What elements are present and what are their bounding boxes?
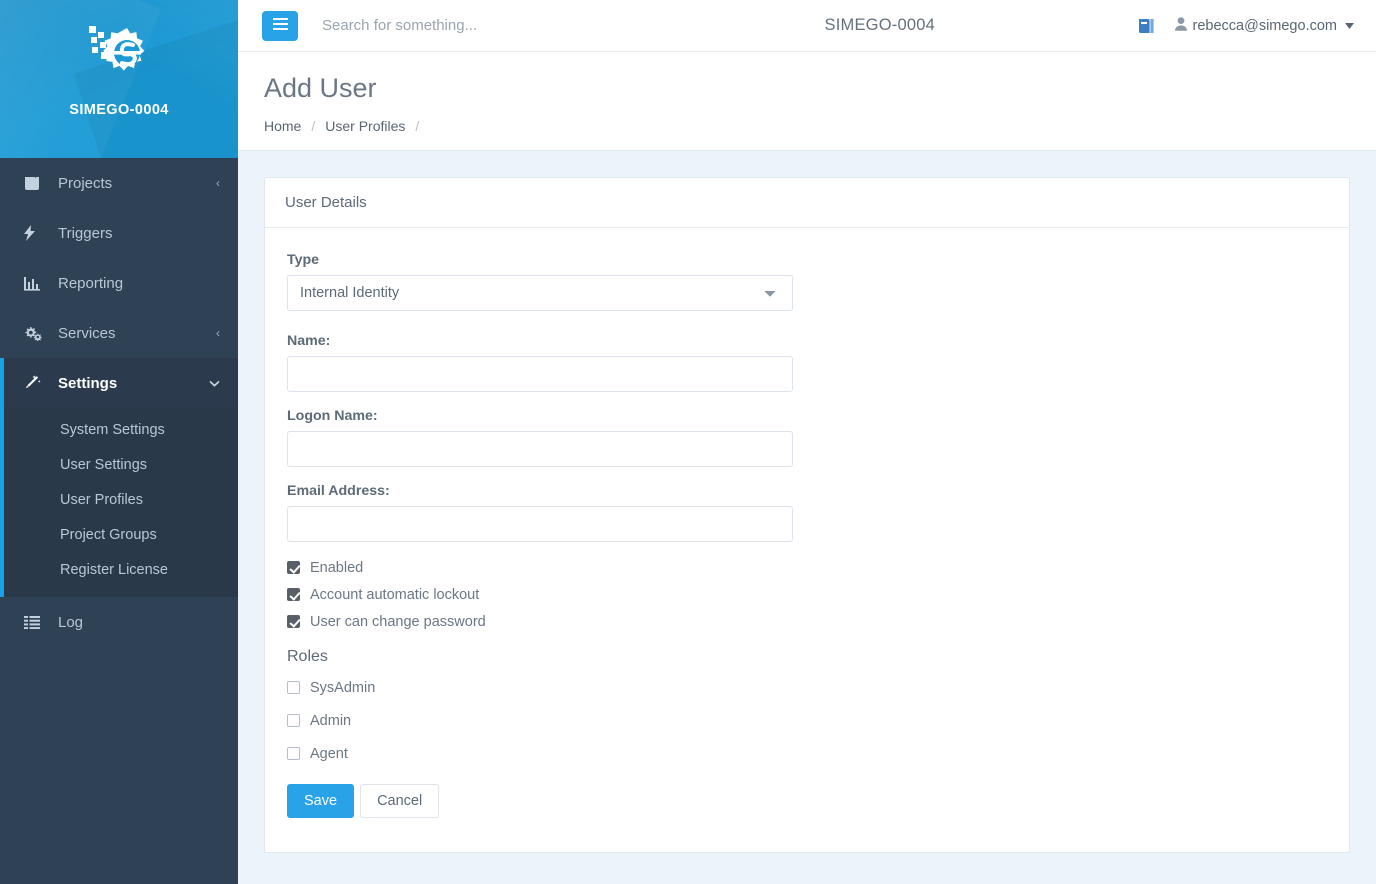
sidebar-item-label: Services [58,324,116,342]
checkbox-label: SysAdmin [310,679,376,696]
sidebar-subitem-label: User Settings [60,456,148,473]
checkbox-role-agent[interactable]: Agent [287,746,1327,762]
sidebar-subitem-label: User Profiles [60,491,143,508]
search-input[interactable] [322,17,622,34]
user-details-card: User Details Type Internal Identity Name… [264,176,1350,853]
checkbox-enabled[interactable]: Enabled [287,560,1327,576]
logon-name-label: Logon Name: [287,407,378,424]
page-header: Add User Home / User Profiles / [238,52,1376,151]
breadcrumb-item-user-profiles[interactable]: User Profiles [325,118,405,134]
checkbox-label: Account automatic lockout [310,586,480,603]
card-body: Type Internal Identity Name: Logon Name: [265,228,1349,838]
checkbox-box [287,588,300,602]
checkbox-label: User can change password [310,613,486,630]
checkbox-box [287,561,300,575]
book-icon[interactable] [1138,18,1155,34]
sidebar-item-label: Projects [58,174,113,192]
sidebar-item-log[interactable]: Log [0,597,238,647]
card-header: User Details [265,178,1349,228]
sidebar: SIMEGO-0004 Projects ‹ Triggers Reportin… [0,0,238,884]
roles-heading: Roles [287,647,328,665]
sidebar-subitem-label: Register License [60,561,168,578]
topbar: SIMEGO-0004 rebecca@simego.com [238,0,1376,52]
name-input[interactable] [287,355,793,392]
checkbox-box [287,747,300,761]
sidebar-subitem-label: Project Groups [60,526,157,543]
sidebar-nav: Projects ‹ Triggers Reporting Services ‹… [0,158,238,647]
name-label: Name: [287,332,331,349]
user-icon [1174,16,1187,35]
topbar-title: SIMEGO-0004 [824,16,935,34]
cancel-button[interactable]: Cancel [360,783,440,818]
sidebar-submenu-settings: System Settings User Settings User Profi… [0,408,238,597]
content-area: User Details Type Internal Identity Name… [238,151,1376,884]
chevron-left-icon: ‹ [216,176,220,190]
user-email: rebecca@simego.com [1192,17,1337,34]
magic-wand-icon [24,375,46,391]
field-name: Name: [287,333,1327,392]
bar-chart-icon [24,276,46,291]
checkbox-role-sysadmin[interactable]: SysAdmin [287,680,1327,696]
logon-name-input[interactable] [287,430,793,467]
type-label: Type [287,251,320,268]
brand-name: SIMEGO-0004 [69,102,169,118]
hamburger-menu-icon [272,18,288,33]
chevron-down-icon [209,377,220,389]
sidebar-subitem-label: System Settings [60,421,165,438]
roles-checkbox-group: SysAdmin Admin Agent [287,680,1327,762]
hamburger-menu-button[interactable] [262,10,298,41]
app-root: SIMEGO-0004 Projects ‹ Triggers Reportin… [0,0,1376,884]
bolt-icon [24,225,46,241]
checkbox-label: Enabled [310,559,364,576]
sidebar-item-label: Log [58,613,84,631]
page-title: Add User [264,73,377,103]
email-address-label: Email Address: [287,482,390,499]
sidebar-item-services[interactable]: Services ‹ [0,308,238,358]
gears-icon [24,325,46,341]
breadcrumb: Home / User Profiles / [264,118,1350,134]
checkbox-box [287,714,300,728]
brand-header: SIMEGO-0004 [0,0,238,158]
sidebar-item-label: Settings [58,374,118,392]
user-menu[interactable]: rebecca@simego.com [1174,16,1354,35]
sidebar-item-triggers[interactable]: Triggers [0,208,238,258]
topbar-right: rebecca@simego.com [1138,16,1354,35]
sidebar-item-register-license[interactable]: Register License [0,552,238,587]
checkbox-user-can-change-password[interactable]: User can change password [287,614,1327,630]
field-type: Type Internal Identity [287,252,1327,311]
email-address-input[interactable] [287,505,793,542]
breadcrumb-separator: / [311,117,316,134]
sidebar-item-reporting[interactable]: Reporting [0,258,238,308]
field-logon-name: Logon Name: [287,408,1327,467]
card-title: User Details [285,193,367,211]
checkbox-label: Admin [310,712,352,729]
save-button[interactable]: Save [287,783,355,818]
options-checkbox-group: Enabled Account automatic lockout User c… [287,560,1327,630]
sidebar-item-project-groups[interactable]: Project Groups [0,517,238,552]
sidebar-item-projects[interactable]: Projects ‹ [0,158,238,208]
field-email-address: Email Address: [287,483,1327,542]
main-area: SIMEGO-0004 rebecca@simego.com Add User [238,0,1376,884]
sidebar-item-label: Reporting [58,274,124,292]
sidebar-item-user-settings[interactable]: User Settings [0,447,238,482]
checkbox-account-automatic-lockout[interactable]: Account automatic lockout [287,587,1327,603]
breadcrumb-separator: / [415,117,420,134]
list-icon [24,615,46,629]
checkbox-role-admin[interactable]: Admin [287,713,1327,729]
checkbox-label: Agent [310,745,348,762]
sidebar-item-system-settings[interactable]: System Settings [0,412,238,447]
sidebar-item-label: Triggers [58,224,113,242]
sidebar-item-user-profiles[interactable]: User Profiles [0,482,238,517]
caret-down-icon [1345,21,1354,31]
form-actions: Save Cancel [287,783,1327,818]
checkbox-box [287,615,300,629]
breadcrumb-item-home[interactable]: Home [264,118,301,134]
chevron-left-icon: ‹ [216,326,220,340]
book-icon [24,176,46,191]
checkbox-box [287,681,300,695]
sidebar-item-settings[interactable]: Settings [0,358,238,408]
type-select[interactable]: Internal Identity [287,274,793,311]
simego-gear-logo-icon [83,18,155,90]
